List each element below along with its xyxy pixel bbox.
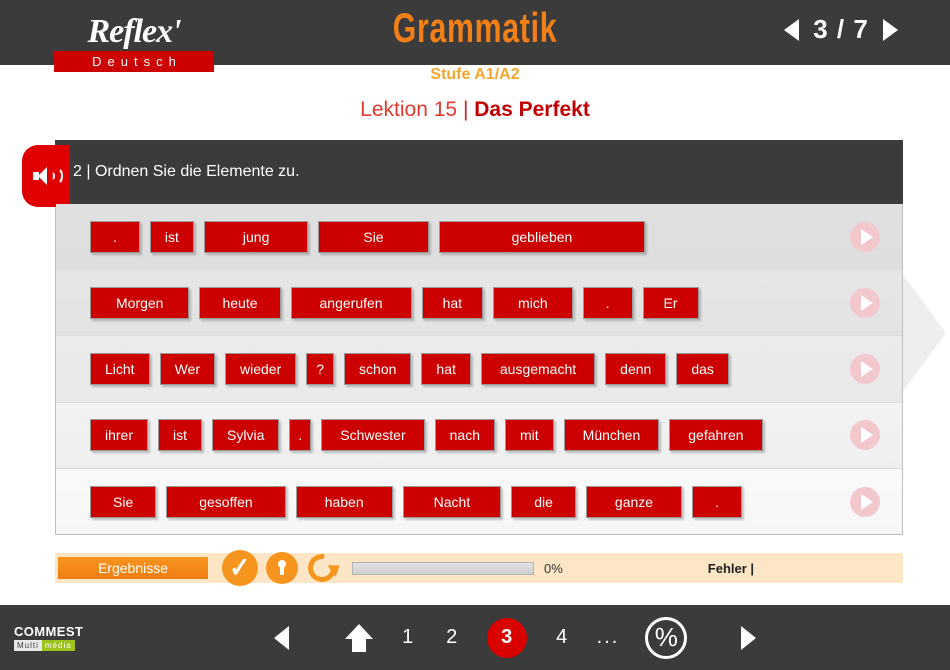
footer-pages-ellipsis[interactable]: ... — [597, 626, 620, 649]
lesson-separator: | — [462, 98, 469, 121]
commest-logo-media: média — [41, 640, 75, 651]
percent-icon[interactable]: % — [645, 616, 688, 659]
footer-forward-arrow-icon[interactable] — [741, 625, 757, 650]
footer-page-2[interactable]: 2 — [443, 626, 461, 649]
footer-navigation: 1 2 3 4 ... % — [80, 616, 950, 659]
word-tile[interactable]: Morgen — [90, 286, 190, 319]
word-tile[interactable]: . — [90, 220, 140, 253]
word-tile[interactable]: haben — [295, 485, 393, 518]
audio-play-tab[interactable] — [22, 145, 70, 207]
word-tile[interactable]: schon — [344, 352, 412, 385]
speaker-icon — [33, 166, 63, 186]
word-tile[interactable]: die — [511, 485, 576, 518]
word-tile[interactable]: ist — [149, 220, 194, 253]
app-header: Reflex' Deutsch Grammatik 3 / 7 — [0, 0, 950, 72]
footer-back-arrow-icon[interactable] — [273, 625, 289, 650]
word-tile[interactable]: mit — [504, 419, 554, 452]
word-tile[interactable]: heute — [199, 286, 281, 319]
row-play-button[interactable] — [850, 420, 880, 451]
lesson-title: Das Perfekt — [474, 98, 590, 121]
word-tile[interactable]: hat — [421, 286, 484, 319]
exercise-panel: 2 | Ordnen Sie die Elemente zu. . ist ju… — [22, 140, 903, 535]
word-tile[interactable]: mich — [493, 286, 573, 319]
word-tile[interactable]: Wer — [159, 352, 215, 385]
word-tile[interactable]: . — [692, 485, 742, 518]
home-icon[interactable] — [344, 623, 373, 652]
word-tile[interactable]: Sie — [90, 485, 157, 518]
commest-logo: COMMEST Multi média — [14, 624, 90, 651]
footer-page-4[interactable]: 4 — [553, 626, 571, 649]
exercise-row: ihrer ist Sylvia . Schwester nach mit Mü… — [56, 402, 902, 469]
lesson-line: Lektion 15 | Das Perfekt — [0, 98, 950, 122]
commest-logo-bottom: Multi média — [14, 640, 90, 651]
page-title: Grammatik — [392, 4, 558, 51]
results-bar: Ergebnisse ✓ 0% Fehler | — [55, 548, 903, 588]
prev-page-arrow-icon[interactable] — [784, 18, 799, 41]
word-tile[interactable]: denn — [605, 352, 667, 385]
word-tile[interactable]: ist — [158, 419, 203, 452]
word-tile[interactable]: Schwester — [321, 419, 425, 452]
row-play-button[interactable] — [850, 486, 880, 517]
row-play-button[interactable] — [850, 353, 880, 384]
check-answers-button[interactable]: ✓ — [222, 550, 258, 586]
footer-page-3[interactable]: 3 — [486, 617, 527, 658]
word-tile[interactable]: Nacht — [402, 485, 502, 518]
row-play-button[interactable] — [850, 221, 880, 252]
instruction-bar: 2 | Ordnen Sie die Elemente zu. — [22, 140, 903, 207]
word-tile[interactable]: hat — [421, 352, 471, 385]
lock-icon — [276, 560, 288, 576]
level-label: Stufe A1/A2 — [430, 66, 520, 83]
word-tile[interactable]: . — [289, 419, 312, 452]
word-tile[interactable]: ganze — [585, 485, 683, 518]
exercise-row: . ist jung Sie geblieben — [56, 204, 902, 271]
results-button[interactable]: Ergebnisse — [58, 557, 208, 579]
word-tile[interactable]: ihrer — [90, 419, 149, 452]
app-footer: COMMEST Multi média 1 2 3 4 ... % — [0, 605, 950, 670]
exercise-rows: . ist jung Sie geblieben Morgen heute an… — [55, 204, 903, 535]
checkmark-icon: ✓ — [229, 552, 251, 583]
score-percent: 0% — [544, 560, 563, 576]
word-tile[interactable]: wieder — [225, 352, 297, 385]
errors-label: Fehler | — [707, 560, 755, 576]
word-tile[interactable]: Licht — [90, 352, 150, 385]
show-solution-button[interactable] — [266, 552, 298, 584]
word-tile[interactable]: Er — [642, 286, 699, 319]
exercise-row: Licht Wer wieder ? schon hat ausgemacht … — [56, 336, 902, 403]
word-tile[interactable]: . — [582, 286, 633, 319]
commest-logo-multi: Multi — [14, 640, 42, 651]
commest-logo-top: COMMEST — [14, 624, 84, 639]
exercise-row: Sie gesoffen haben Nacht die ganze . — [56, 468, 902, 534]
next-page-arrow-icon[interactable] — [883, 18, 898, 41]
word-tile[interactable]: nach — [434, 419, 495, 452]
lesson-number: Lektion 15 — [360, 98, 458, 121]
app-root: Reflex' Deutsch Grammatik 3 / 7 Stufe A1… — [0, 0, 950, 670]
word-tile[interactable]: ? — [306, 352, 335, 385]
reset-exercise-button[interactable] — [302, 548, 342, 588]
word-tile[interactable]: angerufen — [290, 286, 412, 319]
page-counter: 3 / 7 — [813, 14, 869, 44]
word-tile[interactable]: gefahren — [669, 419, 763, 452]
word-tile[interactable]: Sie — [318, 220, 429, 253]
word-tile[interactable]: geblieben — [438, 220, 646, 253]
word-tile[interactable]: jung — [203, 220, 309, 253]
word-tile[interactable]: ausgemacht — [480, 352, 596, 385]
row-play-button[interactable] — [850, 287, 880, 318]
footer-page-1[interactable]: 1 — [399, 626, 417, 649]
score-progress-bar — [352, 561, 534, 575]
instruction-text: 2 | Ordnen Sie die Elemente zu. — [73, 163, 300, 180]
header-pager: 3 / 7 — [784, 14, 898, 45]
exercise-row: Morgen heute angerufen hat mich . Er — [56, 270, 902, 337]
word-tile[interactable]: München — [563, 419, 660, 452]
background-arrow-decoration — [898, 268, 946, 398]
word-tile[interactable]: das — [676, 352, 729, 385]
redo-icon — [302, 548, 342, 588]
word-tile[interactable]: gesoffen — [166, 485, 286, 518]
word-tile[interactable]: Sylvia — [212, 419, 280, 452]
